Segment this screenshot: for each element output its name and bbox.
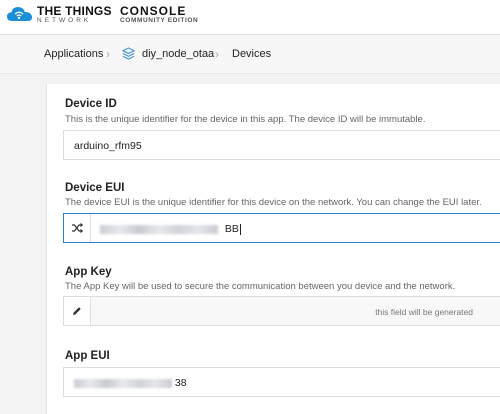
device-eui-value: BB: [100, 223, 241, 235]
chevron-right-icon: ›: [215, 47, 219, 61]
brand-title: THE THINGS: [37, 4, 112, 18]
breadcrumb: Applications › diy_node_otaa › Devices: [0, 35, 500, 74]
app-key-input[interactable]: this field will be generated: [63, 296, 500, 326]
device-id-input[interactable]: arduino_rfm95: [63, 130, 500, 160]
device-id-label: Device ID: [65, 98, 117, 110]
breadcrumb-applications[interactable]: Applications: [44, 48, 103, 60]
device-eui-input[interactable]: BB: [63, 213, 500, 243]
app-eui-value: 38: [74, 377, 187, 389]
text-cursor: [239, 223, 241, 235]
ttn-logo-icon[interactable]: [6, 4, 34, 29]
app-eui-input[interactable]: 38: [63, 367, 500, 397]
app-key-placeholder: this field will be generated: [375, 307, 473, 317]
device-eui-description: The device EUI is the unique identifier …: [65, 197, 482, 208]
console-subtitle: COMMUNITY EDITION: [120, 17, 199, 24]
app-key-label: App Key: [65, 266, 112, 278]
breadcrumb-devices[interactable]: Devices: [232, 48, 271, 60]
device-id-description: This is the unique identifier for the de…: [65, 114, 426, 125]
app-eui-label: App EUI: [65, 350, 110, 362]
breadcrumb-application[interactable]: diy_node_otaa: [142, 48, 214, 60]
shuffle-icon[interactable]: [64, 214, 91, 242]
brand-subtitle: NETWORK: [37, 17, 92, 24]
chevron-right-icon: ›: [106, 47, 110, 61]
pencil-icon[interactable]: [64, 297, 91, 325]
application-layers-icon: [121, 47, 136, 63]
app-key-description: The App Key will be used to secure the c…: [65, 281, 456, 292]
device-eui-label: Device EUI: [65, 182, 125, 194]
redacted-value: [100, 224, 218, 234]
console-title[interactable]: CONSOLE: [120, 4, 186, 18]
top-bar: THE THINGS NETWORK CONSOLE COMMUNITY EDI…: [0, 0, 500, 35]
redacted-value: [74, 378, 172, 388]
device-id-value: arduino_rfm95: [74, 140, 142, 152]
